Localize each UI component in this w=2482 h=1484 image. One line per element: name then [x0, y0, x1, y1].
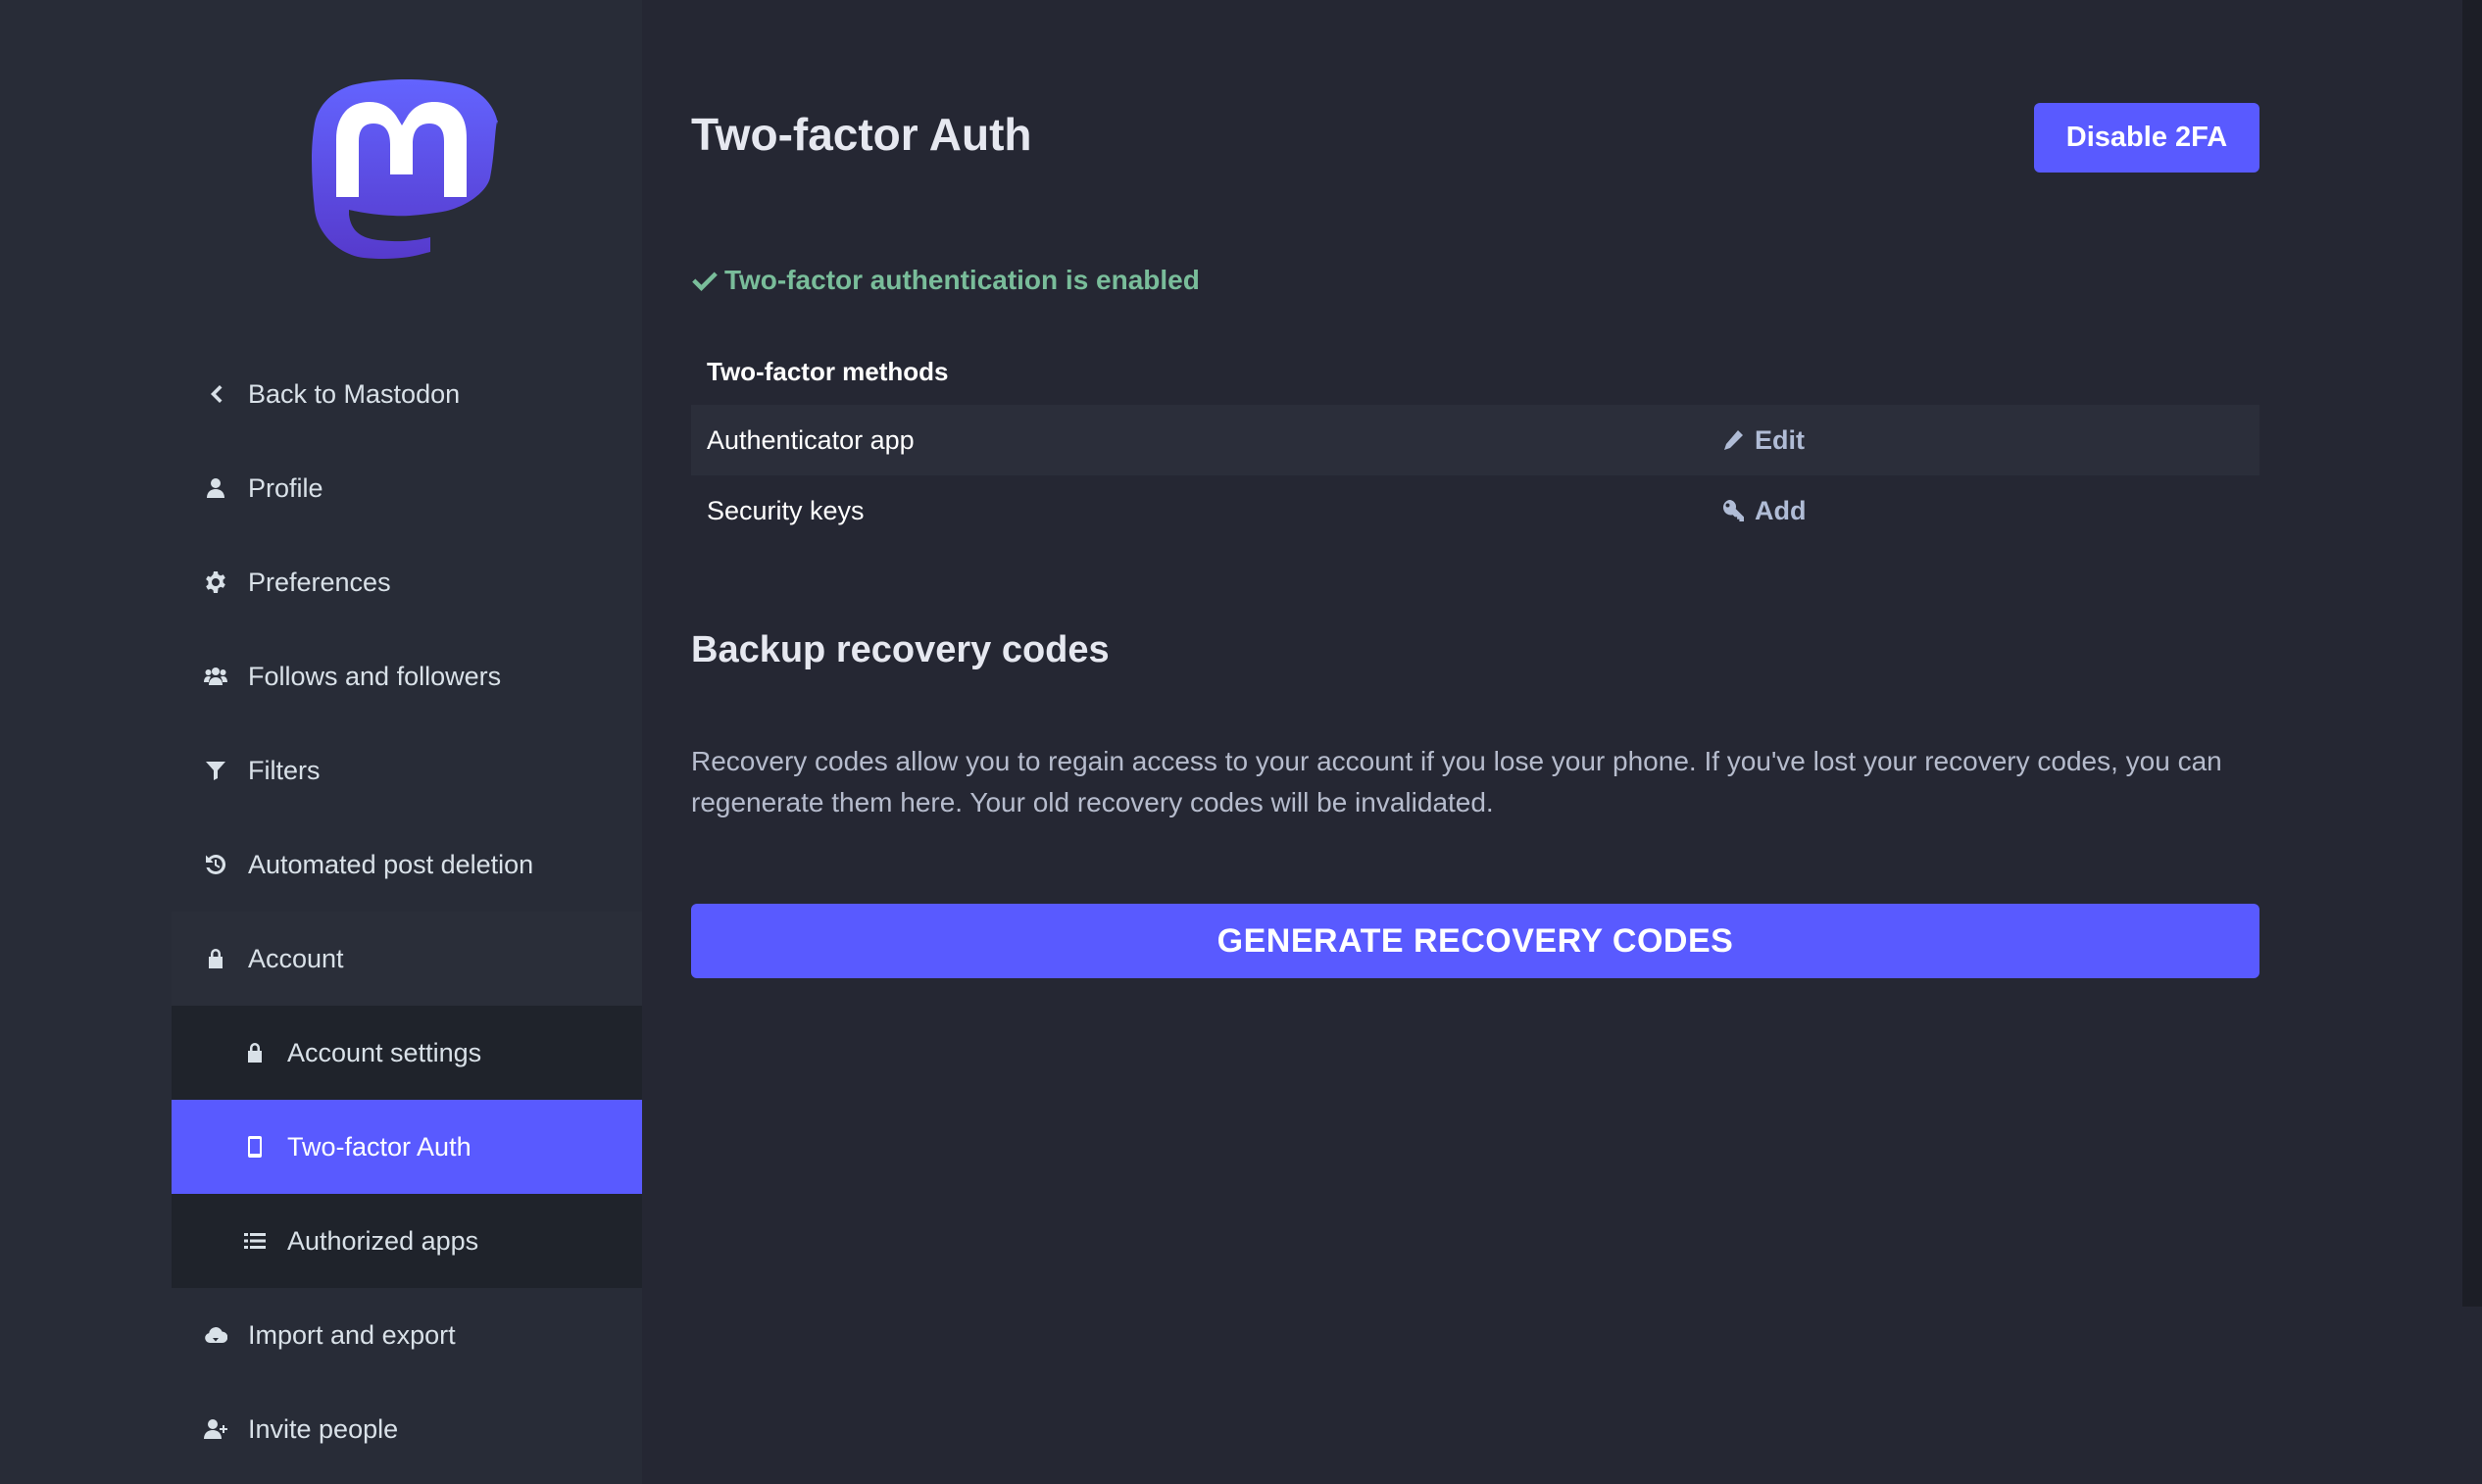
sidebar-item-follows[interactable]: Follows and followers [172, 629, 642, 723]
sidebar-item-label: Account [248, 943, 344, 973]
lock-icon [201, 944, 230, 973]
sidebar-item-label: Authorized apps [287, 1225, 479, 1256]
cloud-download-icon [201, 1320, 230, 1350]
method-name: Authenticator app [707, 424, 915, 455]
filter-icon [201, 756, 230, 785]
sidebar-item-preferences[interactable]: Preferences [172, 535, 642, 629]
sidebar-item-label: Filters [248, 755, 321, 785]
sidebar-item-label: Back to Mastodon [248, 378, 461, 409]
sidebar-item-invite-people[interactable]: Invite people [172, 1382, 642, 1476]
sidebar-item-label: Invite people [248, 1413, 399, 1444]
status-message: Two-factor authentication is enabled [691, 265, 1200, 296]
page: Back to Mastodon Profile Preferences Fol… [0, 0, 2482, 1484]
edit-authenticator-link[interactable]: Edit [1721, 425, 1805, 456]
users-icon [201, 662, 230, 691]
sidebar-item-import-export[interactable]: Import and export [172, 1288, 642, 1382]
sidebar-item-filters[interactable]: Filters [172, 723, 642, 817]
key-icon [1722, 499, 1744, 521]
backup-description: Recovery codes allow you to regain acces… [691, 746, 2222, 817]
sidebar-item-label: Preferences [248, 567, 391, 597]
table-row: Authenticator app Edit [691, 405, 2259, 475]
check-icon [692, 272, 718, 291]
sidebar-item-label: Two-factor Auth [287, 1131, 472, 1162]
generate-recovery-codes-button[interactable]: GENERATE RECOVERY CODES [691, 904, 2259, 978]
method-name: Security keys [707, 495, 865, 525]
table-row: Security keys Add [691, 475, 2259, 546]
sidebar-item-back[interactable]: Back to Mastodon [172, 347, 642, 441]
sidebar-item-label: Automated post deletion [248, 849, 534, 879]
sidebar-item-label: Profile [248, 472, 323, 503]
add-security-key-link[interactable]: Add [1721, 496, 1806, 526]
pencil-icon [1724, 430, 1743, 450]
status-text: Two-factor authentication is enabled [724, 265, 1200, 295]
sidebar-item-automated-post-deletion[interactable]: Automated post deletion [172, 817, 642, 912]
sidebar-item-profile[interactable]: Profile [172, 441, 642, 535]
two-factor-methods-table: Two-factor methods Authenticator app Edi… [691, 339, 2259, 546]
sidebar-item-account-settings[interactable]: Account settings [172, 1006, 642, 1100]
sidebar-item-label: Import and export [248, 1319, 456, 1350]
page-title: Two-factor Auth [691, 109, 1032, 160]
chevron-left-icon [201, 379, 230, 409]
mastodon-logo-icon[interactable] [312, 70, 503, 272]
sidebar-nav: Back to Mastodon Profile Preferences Fol… [172, 347, 642, 1476]
user-icon [201, 473, 230, 503]
sidebar-item-two-factor-auth[interactable]: Two-factor Auth [172, 1100, 642, 1194]
mobile-icon [240, 1132, 270, 1162]
list-icon [240, 1226, 270, 1256]
account-subnav: Account settings Two-factor Auth Authori… [172, 1006, 642, 1288]
sidebar-item-authorized-apps[interactable]: Authorized apps [172, 1194, 642, 1288]
sidebar-item-account[interactable]: Account [172, 912, 642, 1006]
sidebar-item-label: Account settings [287, 1037, 482, 1067]
scrollbar[interactable] [2462, 0, 2482, 1307]
table-header: Two-factor methods [707, 357, 949, 386]
user-plus-icon [201, 1414, 230, 1444]
lock-icon [240, 1038, 270, 1067]
disable-2fa-button[interactable]: Disable 2FA [2034, 103, 2259, 173]
history-icon [201, 850, 230, 879]
sidebar-item-label: Follows and followers [248, 661, 502, 691]
backup-section-title: Backup recovery codes [691, 629, 1110, 670]
gear-icon [201, 568, 230, 597]
